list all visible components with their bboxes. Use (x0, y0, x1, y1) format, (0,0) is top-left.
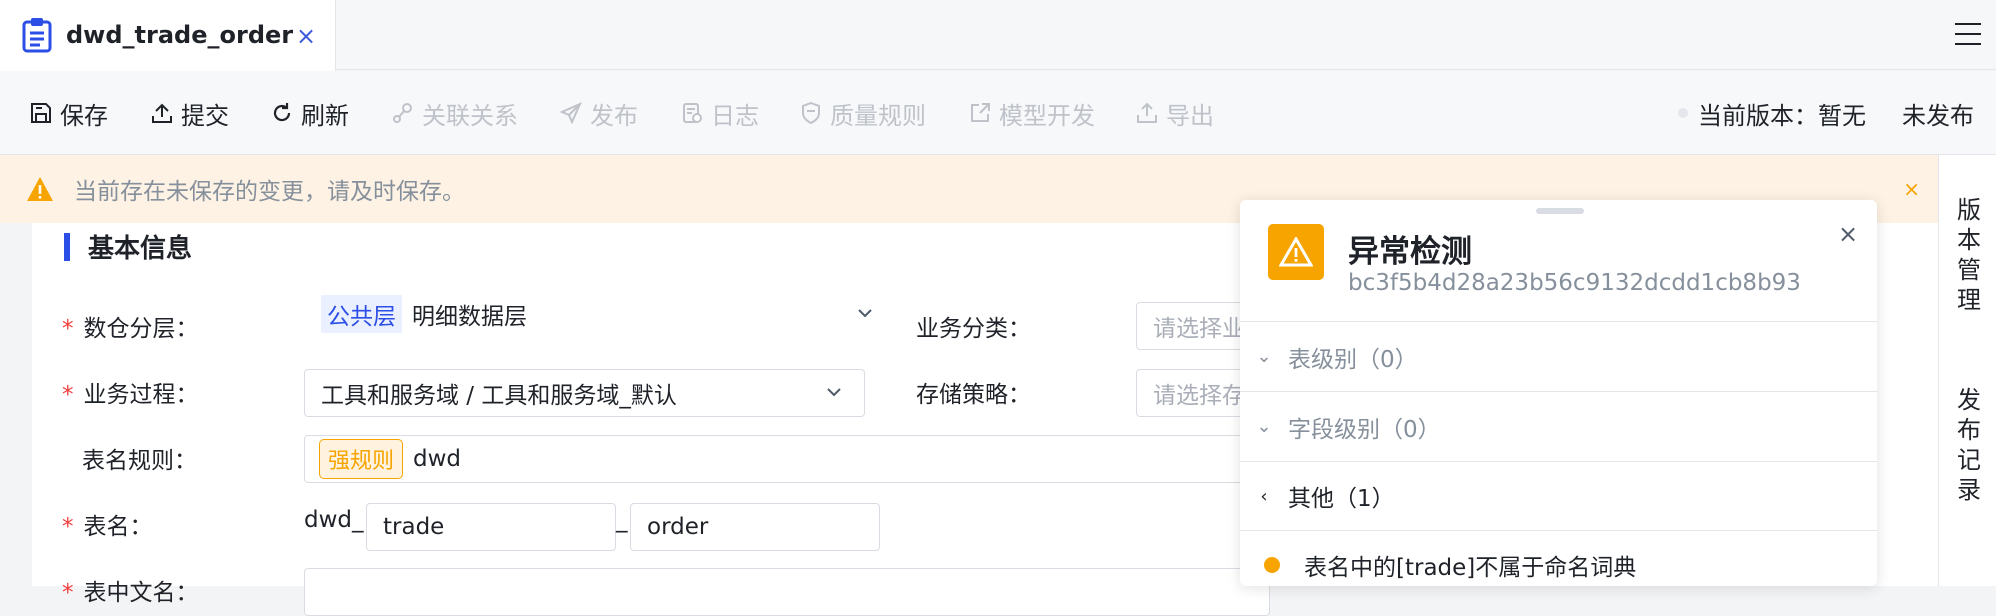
version-management-tab[interactable]: 版本管理 (1955, 195, 1983, 315)
save-label: 保存 (60, 101, 108, 130)
anomaly-item-text: 表名中的[trade]不属于命名词典 (1304, 555, 1637, 581)
chinese-name-input[interactable] (304, 568, 1270, 616)
publish-label: 发布 (590, 101, 638, 130)
section-accent-bar (64, 232, 70, 261)
external-link-icon (971, 103, 990, 122)
version-status-dot (1678, 108, 1688, 118)
group-label: 表级别（0） (1288, 346, 1418, 373)
strong-rule-tag: 强规则 (319, 439, 404, 479)
right-sidebar: 版本管理 发布记录 (1938, 155, 1996, 586)
submit-label: 提交 (181, 101, 229, 130)
layer-select[interactable]: 公共层 明细数据层 (304, 290, 896, 338)
export-button[interactable]: 导出 (1136, 71, 1214, 155)
group-label: 字段级别（0） (1288, 416, 1441, 443)
anomaly-detection-panel: 异常检测 bc3f5b4d28a23b56c9132dcdd1cb8b93 × … (1240, 200, 1877, 586)
naming-rule-field[interactable]: 强规则 dwd (304, 435, 1270, 483)
chinese-name-label: * 表中文名： (62, 580, 199, 606)
naming-label: 表名规则： (82, 448, 197, 474)
storage-label: 存储策略： (916, 382, 1031, 408)
warning-icon (27, 177, 53, 201)
chevron-down-icon: ⌄ (1256, 346, 1272, 367)
group-field-level[interactable]: ⌄ 字段级别（0） (1240, 391, 1877, 461)
send-icon (560, 102, 582, 124)
chevron-down-icon (827, 388, 841, 397)
layer-value: 明细数据层 (412, 304, 527, 330)
refresh-button[interactable]: 刷新 (271, 71, 349, 155)
version-info: 当前版本：暂无 未发布 (1678, 71, 1974, 155)
tab-title: dwd_trade_order (66, 21, 294, 49)
export-icon (1137, 102, 1157, 123)
section-title: 基本信息 (88, 234, 193, 264)
warning-message: 当前存在未保存的变更，请及时保存。 (74, 179, 465, 205)
layer-tag: 公共层 (321, 295, 402, 333)
export-label: 导出 (1166, 101, 1214, 130)
category-label: 业务分类： (916, 316, 1031, 342)
relation-label: 关联关系 (422, 101, 518, 130)
category-placeholder: 请选择业 (1153, 316, 1245, 342)
tab-close-icon[interactable]: × (296, 22, 316, 50)
shield-icon (802, 102, 820, 124)
section-header: 基本信息 (64, 228, 192, 265)
group-label: 其他（1） (1288, 486, 1395, 512)
layer-label: * 数仓分层： (62, 316, 199, 342)
publish-button[interactable]: 发布 (560, 71, 638, 155)
tab-dwd-trade-order[interactable]: dwd_trade_order × (0, 0, 336, 71)
table-name-label: * 表名： (62, 514, 153, 540)
document-icon (22, 18, 52, 53)
naming-value: dwd (413, 446, 462, 472)
save-icon (31, 103, 51, 123)
status-dot (1264, 557, 1280, 573)
drag-handle[interactable] (1536, 208, 1584, 214)
chevron-left-icon: ‹ (1260, 485, 1268, 507)
table-name-part1-input[interactable]: trade (366, 503, 616, 551)
storage-select[interactable]: 请选择存 (1136, 369, 1256, 417)
process-select[interactable]: 工具和服务域 / 工具和服务域_默认 (304, 369, 865, 417)
table-name-separator: _ (616, 507, 628, 533)
submit-button[interactable]: 提交 (151, 71, 229, 155)
table-name-part2-value: order (647, 514, 709, 540)
model-dev-label: 模型开发 (999, 101, 1095, 130)
version-label: 当前版本：暂无 (1698, 101, 1866, 130)
group-other[interactable]: ‹ 其他（1） (1240, 461, 1877, 531)
chevron-down-icon: ⌄ (1256, 416, 1272, 437)
relation-button[interactable]: 关联关系 (392, 71, 518, 155)
model-dev-button[interactable]: 模型开发 (969, 71, 1095, 155)
save-button[interactable]: 保存 (30, 71, 108, 155)
log-button[interactable]: 日志 (681, 71, 759, 155)
process-label: * 业务过程： (62, 382, 199, 408)
quality-label: 质量规则 (830, 101, 926, 130)
log-label: 日志 (711, 101, 759, 130)
menu-icon[interactable] (1955, 22, 1981, 46)
refresh-label: 刷新 (301, 101, 349, 130)
table-name-part2-input[interactable]: order (630, 503, 880, 551)
panel-title: 异常检测 (1348, 234, 1472, 270)
link-icon (393, 103, 412, 123)
anomaly-item[interactable]: 表名中的[trade]不属于命名词典 (1264, 548, 1636, 582)
table-prefix: dwd_ (304, 507, 364, 533)
panel-hash: bc3f5b4d28a23b56c9132dcdd1cb8b93 (1348, 270, 1801, 296)
log-icon (683, 103, 702, 123)
publish-status: 未发布 (1902, 101, 1974, 130)
category-select[interactable]: 请选择业 (1136, 302, 1256, 350)
storage-placeholder: 请选择存 (1153, 383, 1245, 409)
group-table-level[interactable]: ⌄ 表级别（0） (1240, 321, 1877, 391)
panel-close-icon[interactable]: × (1838, 220, 1858, 248)
warning-icon (1268, 224, 1324, 280)
quality-button[interactable]: 质量规则 (800, 71, 926, 155)
refresh-icon (273, 103, 291, 122)
publish-record-tab[interactable]: 发布记录 (1955, 385, 1983, 505)
top-bar: dwd_trade_order × (0, 0, 1996, 71)
table-name-part1-value: trade (383, 514, 445, 540)
toolbar: 保存 提交 刷新 关联关系 发布 日志 质量规则 模型开发 导出 当前版本：暂无… (0, 71, 1996, 155)
banner-close-icon[interactable]: × (1903, 177, 1920, 201)
chevron-down-icon (858, 309, 872, 318)
process-value: 工具和服务域 / 工具和服务域_默认 (321, 383, 677, 409)
upload-icon (152, 103, 172, 123)
